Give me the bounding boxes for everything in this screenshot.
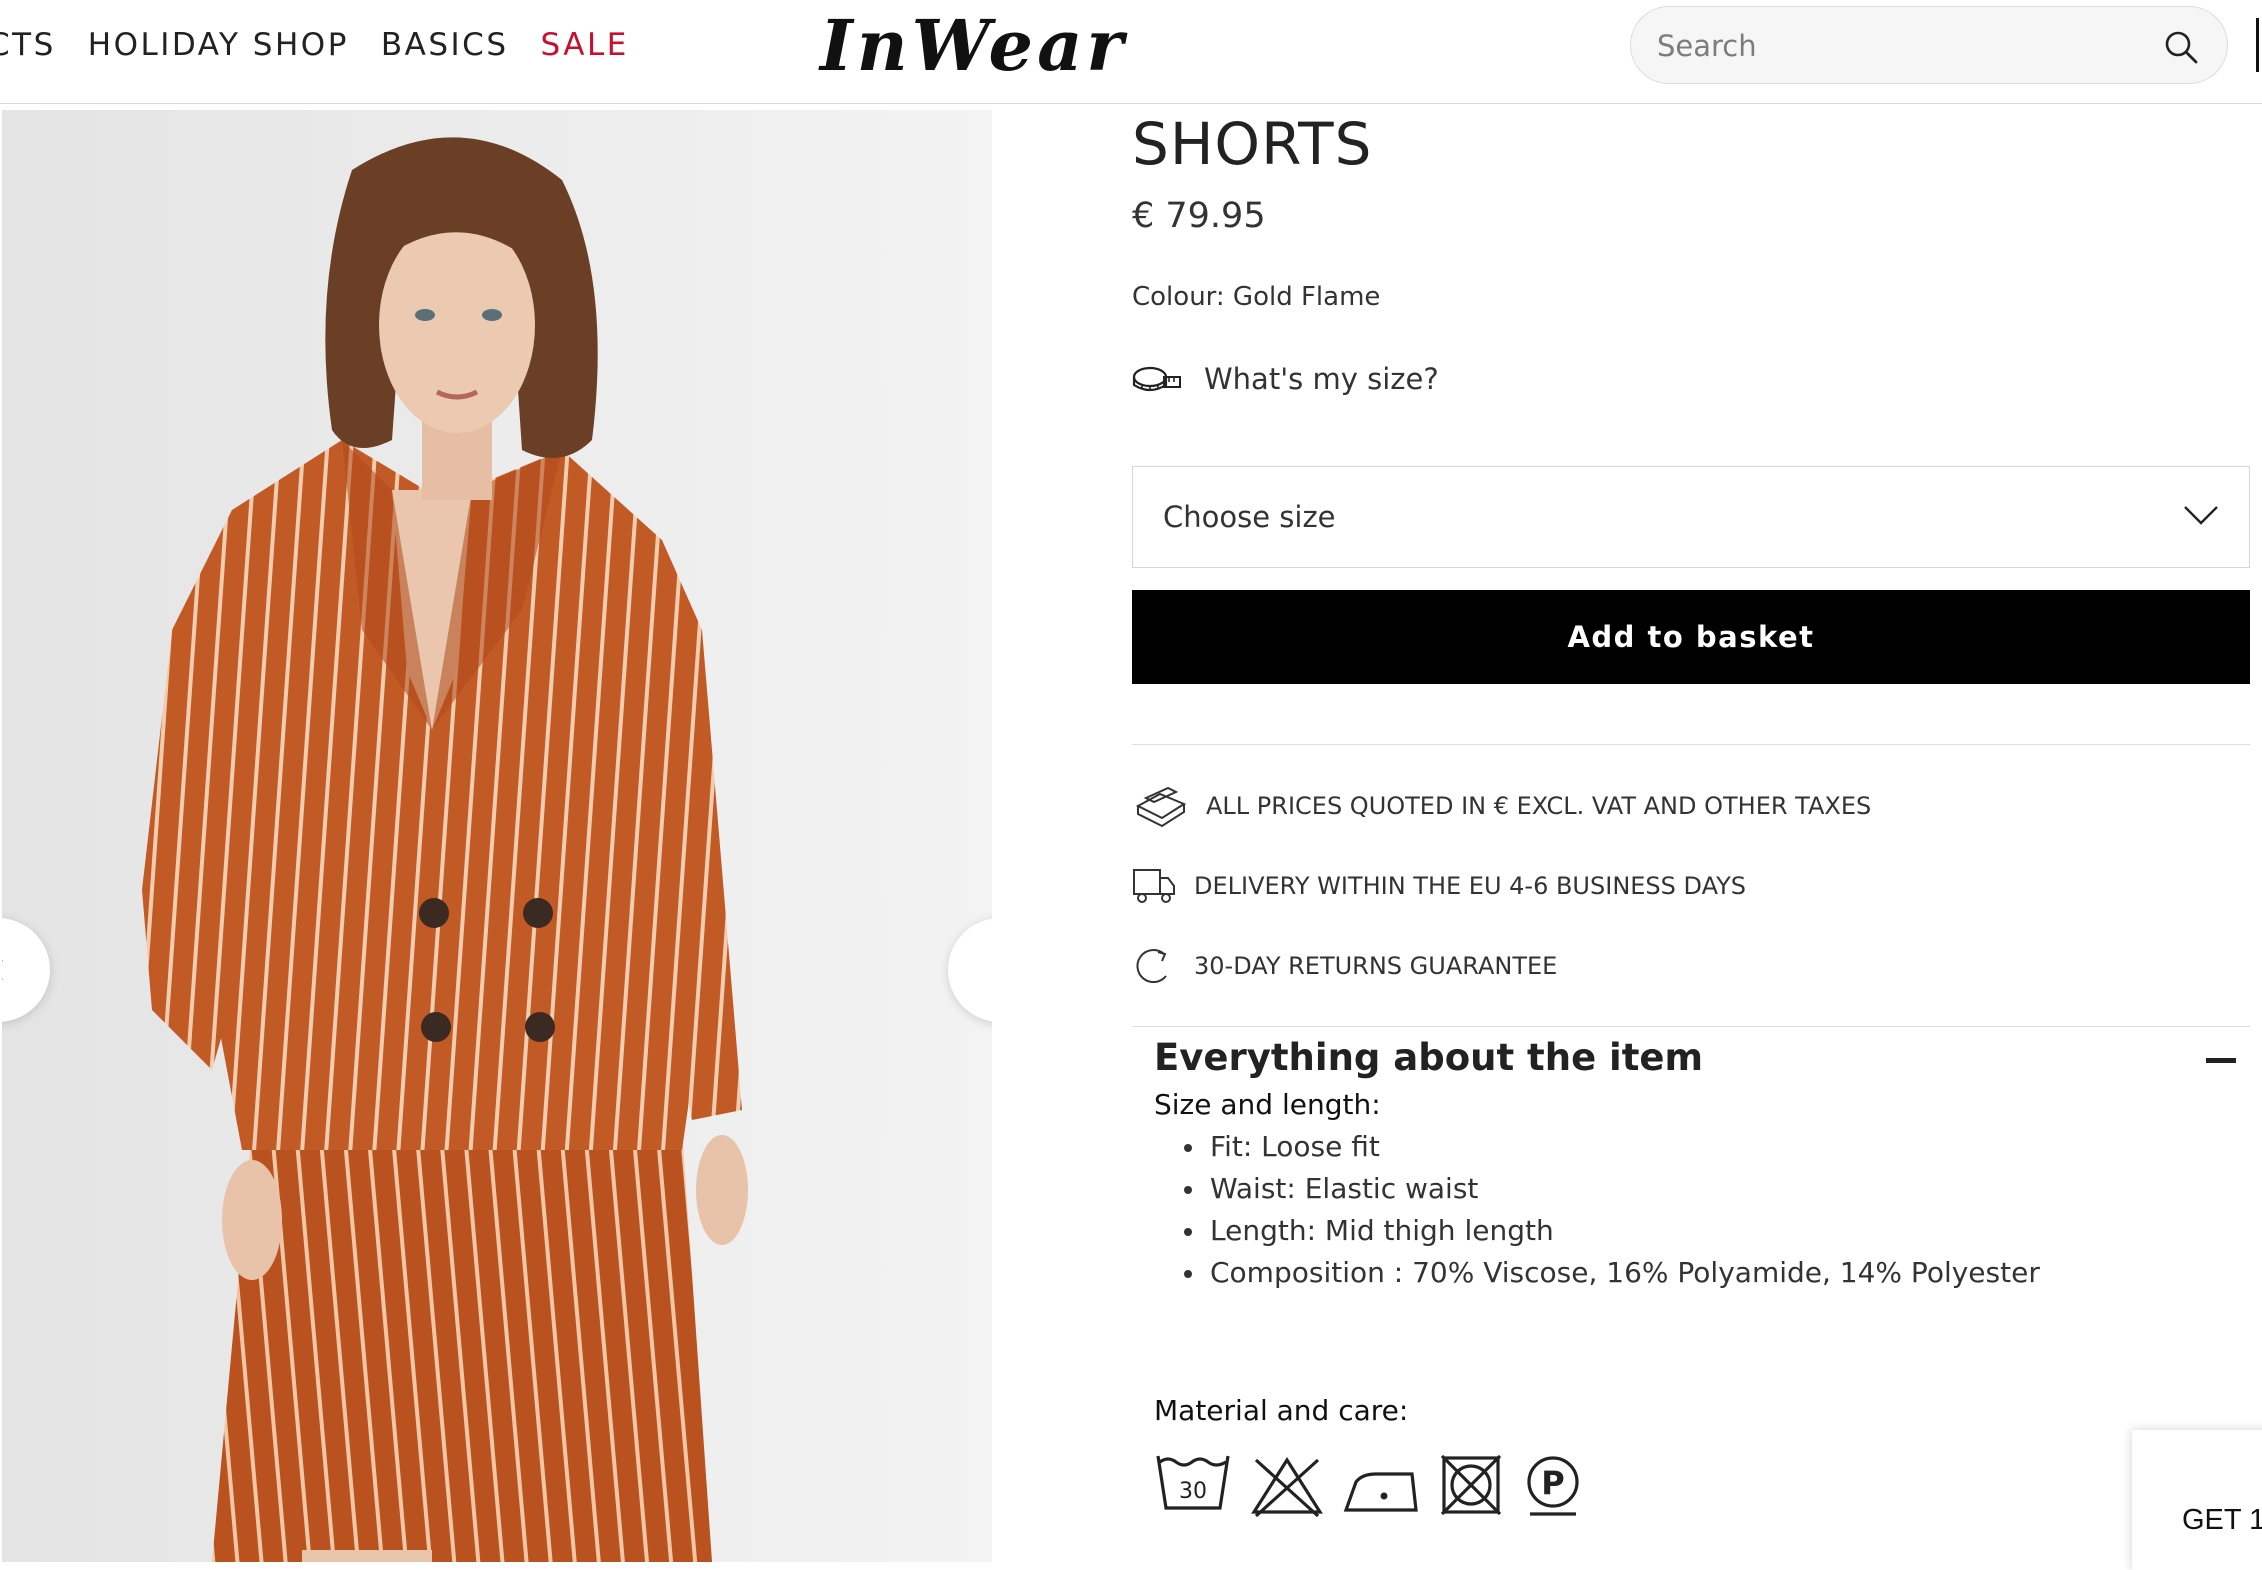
spec-list: Fit: Loose fit Waist: Elastic waist Leng…	[1154, 1126, 2040, 1294]
product-title: SHORTS	[1132, 110, 1373, 178]
usp-delivery-text: DELIVERY WITHIN THE EU 4-6 BUSINESS DAYS	[1194, 872, 1747, 900]
usp-prices: ALL PRICES QUOTED IN € EXCL. VAT AND OTH…	[1132, 784, 1871, 828]
collapse-minus-icon	[2206, 1058, 2236, 1063]
chevron-right-icon	[986, 956, 992, 984]
truck-icon	[1133, 869, 1175, 903]
chevron-down-icon	[2184, 506, 2218, 525]
box-icon	[1135, 786, 1187, 828]
spec-item-fit: Fit: Loose fit	[1154, 1126, 2040, 1168]
product-image	[2, 110, 992, 1562]
dry-clean-letter: P	[1541, 1464, 1564, 1502]
usp-delivery: DELIVERY WITHIN THE EU 4-6 BUSINESS DAYS	[1132, 866, 1746, 906]
nav-item-products[interactable]: CTS	[0, 27, 56, 63]
dry-clean-p-icon: P	[1527, 1456, 1579, 1516]
search-input[interactable]	[1655, 7, 2139, 85]
no-tumble-dry-icon	[1440, 1454, 1502, 1516]
details-title: Everything about the item	[1154, 1036, 1704, 1079]
main-nav: CTS HOLIDAY SHOP BASICS SALE	[0, 0, 661, 90]
care-heading: Material and care:	[1154, 1394, 1409, 1427]
divider	[1132, 744, 2250, 745]
size-select[interactable]: Choose size	[1132, 466, 2250, 568]
promo-widget[interactable]: GET 1	[2132, 1430, 2262, 1570]
site-header: CTS HOLIDAY SHOP BASICS SALE InWear	[0, 0, 2262, 104]
divider	[1132, 1026, 2250, 1027]
usp-prices-text: ALL PRICES QUOTED IN € EXCL. VAT AND OTH…	[1206, 792, 1872, 820]
search-icon[interactable]	[2163, 29, 2199, 65]
brand-logo[interactable]: InWear	[820, 2, 1127, 90]
spec-item-waist: Waist: Elastic waist	[1154, 1168, 2040, 1210]
search-bar	[1630, 6, 2228, 85]
promo-label: GET 1	[2182, 1504, 2262, 1536]
wash-temp-label: 30	[1179, 1479, 1207, 1504]
product-gallery	[2, 110, 992, 1562]
add-to-basket-button[interactable]: Add to basket	[1132, 590, 2250, 684]
nav-item-sale[interactable]: SALE	[541, 27, 629, 63]
product-price: € 79.95	[1132, 196, 1266, 236]
iron-low-icon	[1343, 1472, 1418, 1512]
usp-returns: 30-DAY RETURNS GUARANTEE	[1132, 946, 1557, 986]
size-select-label: Choose size	[1163, 500, 1336, 534]
wash-30-icon: 30	[1156, 1455, 1230, 1510]
spec-item-length: Length: Mid thigh length	[1154, 1210, 2040, 1252]
no-bleach-icon	[1251, 1457, 1323, 1518]
nav-item-basics[interactable]: BASICS	[381, 27, 509, 63]
usp-returns-text: 30-DAY RETURNS GUARANTEE	[1194, 952, 1558, 980]
chevron-left-icon	[2, 960, 3, 980]
spec-item-composition: Composition : 70% Viscose, 16% Polyamide…	[1154, 1252, 2040, 1294]
care-icons: 30 P	[1154, 1452, 1602, 1518]
menu-edge-bar	[2256, 18, 2259, 72]
product-colour: Colour: Gold Flame	[1132, 282, 1381, 312]
details-accordion-header[interactable]: Everything about the item	[1154, 1036, 2250, 1086]
size-guide-link[interactable]: What's my size?	[1132, 362, 1439, 396]
return-icon	[1136, 949, 1167, 984]
size-length-heading: Size and length:	[1154, 1088, 1381, 1121]
nav-item-holiday-shop[interactable]: HOLIDAY SHOP	[88, 27, 349, 63]
size-guide-label: What's my size?	[1204, 362, 1439, 396]
tape-measure-icon	[1132, 366, 1181, 392]
